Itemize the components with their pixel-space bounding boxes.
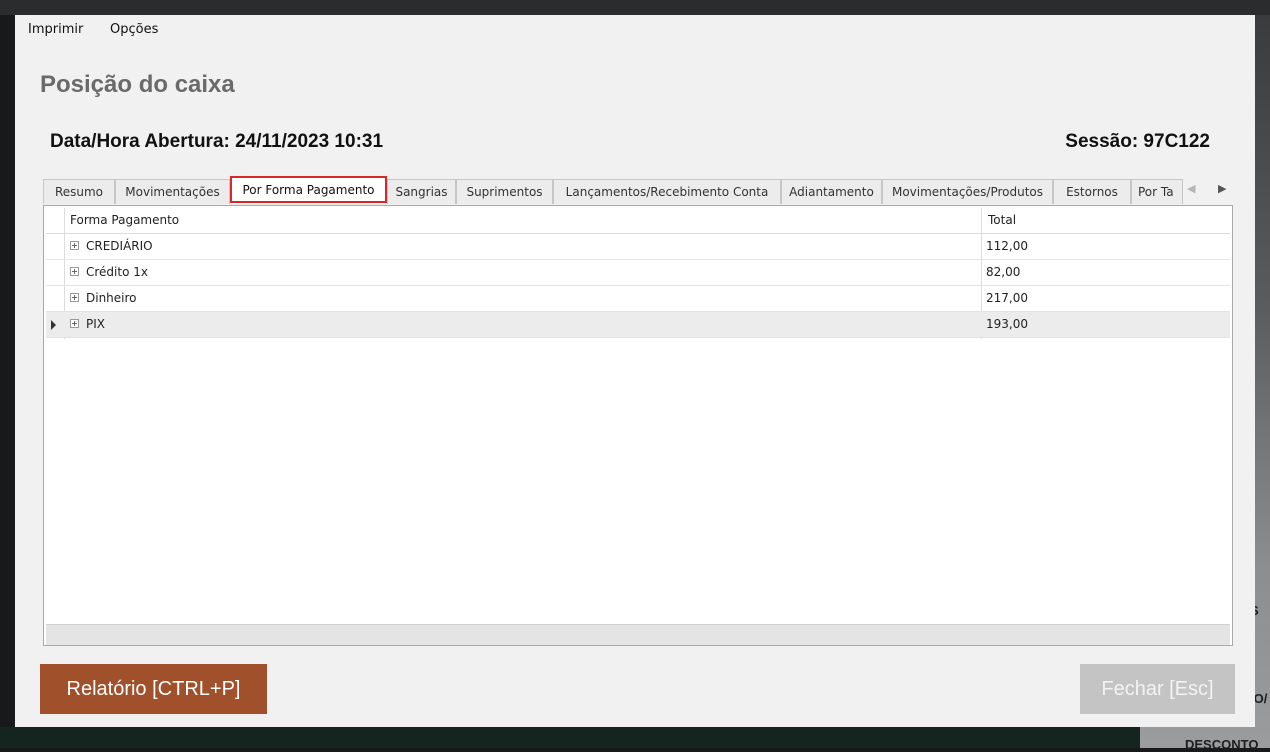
- tab-adiantamento[interactable]: Adiantamento: [781, 179, 882, 204]
- page-title: Posição do caixa: [40, 71, 235, 98]
- table-row[interactable]: Crédito 1x 82,00: [46, 260, 1230, 286]
- tab-resumo[interactable]: Resumo: [43, 179, 115, 204]
- tab-scroll-right-icon[interactable]: ▶: [1218, 182, 1226, 195]
- payment-grid: Forma Pagamento Total CREDIÁRIO 112,00 C…: [43, 205, 1233, 646]
- tab-por-tabela[interactable]: Por Ta: [1131, 179, 1183, 204]
- background-app-bottom: [0, 727, 1140, 748]
- cell-total: 112,00: [986, 239, 1028, 253]
- background-text: DESCONTO: [1185, 737, 1259, 752]
- tab-sangrias[interactable]: Sangrias: [387, 179, 456, 204]
- cell-total: 193,00: [986, 317, 1028, 331]
- tab-lancamentos-recebimento[interactable]: Lançamentos/Recebimento Conta: [553, 179, 781, 204]
- background-app-topbar: [0, 0, 1270, 15]
- expand-icon[interactable]: [70, 241, 79, 250]
- cell-forma-pagamento: Crédito 1x: [86, 265, 148, 279]
- table-row[interactable]: CREDIÁRIO 112,00: [46, 234, 1230, 260]
- cell-forma-pagamento: PIX: [86, 317, 105, 331]
- tab-movimentacoes-produtos[interactable]: Movimentações/Produtos: [882, 179, 1053, 204]
- table-row[interactable]: PIX 193,00: [46, 312, 1230, 338]
- menu-item-print[interactable]: Imprimir: [28, 22, 83, 37]
- cell-total: 82,00: [986, 265, 1021, 279]
- tab-estornos[interactable]: Estornos: [1053, 179, 1131, 204]
- cell-forma-pagamento: Dinheiro: [86, 291, 137, 305]
- expand-icon[interactable]: [70, 319, 79, 328]
- opening-datetime: Data/Hora Abertura: 24/11/2023 10:31: [50, 131, 384, 152]
- grid-header: Forma Pagamento Total: [46, 208, 1230, 234]
- table-row[interactable]: Dinheiro 217,00: [46, 286, 1230, 312]
- tab-scroll-left-icon[interactable]: ◀: [1187, 182, 1195, 195]
- menu-bar: Imprimir Opções: [15, 15, 1255, 45]
- row-indicator-icon: [51, 320, 56, 330]
- expand-icon[interactable]: [70, 267, 79, 276]
- close-button[interactable]: Fechar [Esc]: [1080, 664, 1235, 714]
- session-label: Sessão: 97C122: [1065, 131, 1210, 152]
- column-header-total[interactable]: Total: [988, 213, 1016, 227]
- tab-suprimentos[interactable]: Suprimentos: [456, 179, 553, 204]
- tab-strip: Resumo Movimentações Por Forma Pagamento…: [43, 176, 1243, 206]
- report-button[interactable]: Relatório [CTRL+P]: [40, 664, 267, 714]
- cell-forma-pagamento: CREDIÁRIO: [86, 239, 153, 253]
- grid-footer: [46, 624, 1230, 645]
- tab-por-forma-pagamento[interactable]: Por Forma Pagamento: [230, 176, 387, 203]
- tab-movimentacoes[interactable]: Movimentações: [115, 179, 230, 204]
- menu-item-options[interactable]: Opções: [110, 22, 158, 37]
- column-header-forma-pagamento[interactable]: Forma Pagamento: [70, 213, 179, 227]
- cash-position-window: Imprimir Opções Posição do caixa Data/Ho…: [15, 15, 1255, 727]
- expand-icon[interactable]: [70, 293, 79, 302]
- cell-total: 217,00: [986, 291, 1028, 305]
